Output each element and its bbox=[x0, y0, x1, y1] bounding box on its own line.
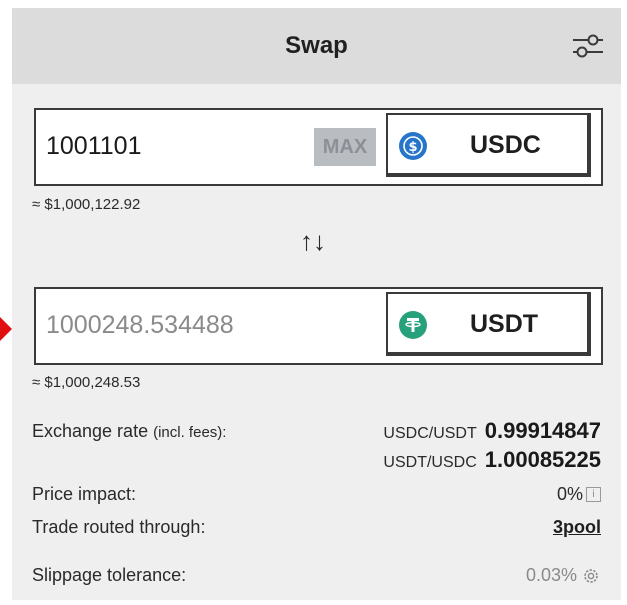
rate-row-usdc-usdt: USDC/USDT 0.99914847 bbox=[383, 418, 601, 444]
from-token-name: USDC bbox=[470, 131, 541, 159]
settings-sliders-icon[interactable] bbox=[570, 28, 606, 64]
price-impact-value-wrap: 0% i bbox=[557, 484, 601, 505]
exchange-rate-sublabel: (incl. fees): bbox=[153, 424, 227, 441]
price-impact-value: 0% bbox=[556, 484, 583, 504]
to-usd-estimate: ≈ $1,000,248.53 bbox=[32, 374, 141, 391]
max-button[interactable]: MAX bbox=[314, 128, 376, 166]
exchange-rate-label-text: Exchange rate bbox=[32, 421, 149, 441]
info-icon[interactable]: i bbox=[586, 487, 601, 502]
from-amount-input[interactable] bbox=[46, 132, 296, 161]
usdc-coin-icon: $ bbox=[399, 132, 427, 160]
rate-row-usdt-usdc: USDT/USDC 1.00085225 bbox=[383, 447, 601, 473]
rate-value: 0.99914847 bbox=[484, 418, 601, 443]
swap-panel: Swap MAX $ USDC ≈ $1,000,122.92 ↑↓ bbox=[12, 8, 621, 600]
swap-direction-icon[interactable]: ↑↓ bbox=[300, 226, 326, 257]
swap-header: Swap bbox=[12, 8, 621, 84]
exchange-rate-label: Exchange rate (incl. fees): bbox=[32, 421, 226, 442]
to-amount-box: USDT bbox=[34, 287, 603, 365]
to-amount-input[interactable] bbox=[46, 311, 296, 340]
page-title: Swap bbox=[285, 32, 348, 59]
svg-text:$: $ bbox=[408, 140, 417, 155]
rate-value: 1.00085225 bbox=[484, 447, 601, 472]
from-amount-box: MAX $ USDC bbox=[34, 108, 603, 186]
from-token-select[interactable]: $ USDC bbox=[386, 113, 591, 177]
slippage-value-wrap[interactable]: 0.03% bbox=[526, 565, 601, 586]
route-label: Trade routed through: bbox=[32, 517, 206, 537]
route-pool-link[interactable]: 3pool bbox=[553, 517, 601, 538]
price-impact-label: Price impact: bbox=[32, 484, 137, 504]
slippage-value: 0.03% bbox=[525, 565, 577, 585]
from-usd-estimate: ≈ $1,000,122.92 bbox=[32, 196, 141, 213]
to-token-name: USDT bbox=[470, 310, 539, 338]
gear-icon[interactable] bbox=[581, 566, 601, 586]
rate-pair: USDT/USDC bbox=[383, 454, 477, 471]
rate-pair: USDC/USDT bbox=[383, 425, 477, 442]
usdt-coin-icon bbox=[399, 311, 427, 339]
red-pointer-marker bbox=[0, 317, 12, 341]
route-value-wrap: 3pool bbox=[553, 517, 601, 538]
slippage-label: Slippage tolerance: bbox=[32, 565, 187, 585]
to-token-select[interactable]: USDT bbox=[386, 292, 591, 356]
